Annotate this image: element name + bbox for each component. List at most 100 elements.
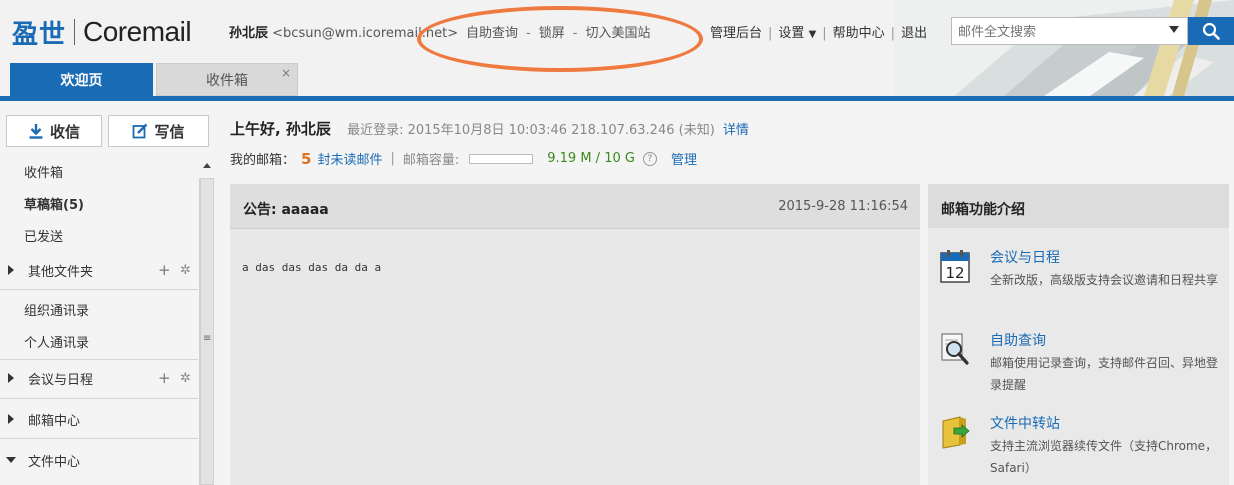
expand-arrow-icon[interactable] [8,373,14,383]
announcement-body: a das das das da da a [242,261,382,274]
manage-link[interactable]: 管理 [671,149,697,168]
sidebar-item-drafts[interactable]: 草稿箱(5) [0,189,198,217]
feature-desc: 支持主流浏览器续传文件（支持Chrome，Safari） [990,439,1218,475]
close-icon[interactable]: × [281,66,291,80]
receive-label: 收信 [49,122,80,141]
login-detail-link[interactable]: 详情 [723,123,749,138]
sidebar-item-label: 文件中心 [28,454,81,470]
logo-en-text: Coremail [83,16,192,47]
mailbox-summary: 我的邮箱： 5 封未读邮件 | 邮箱容量: 9.19 M / 10 G ? 管理 [230,149,697,169]
scroll-grip-icon: ≡ [203,333,212,344]
settings-label: 设置 [778,26,805,41]
sidebar-item-mail-center[interactable]: 邮箱中心 [0,405,198,433]
sidebar-item-calendar[interactable]: 会议与日程 + ✲ [0,364,198,392]
logout-link[interactable]: 退出 [901,26,927,41]
features-title: 邮箱功能介绍 [941,202,1025,218]
tab-welcome[interactable]: 欢迎页 [10,63,153,96]
edit-icon [133,123,148,139]
divider [0,398,198,399]
header-decoration-image [894,0,1234,96]
main-content: 上午好, 孙北辰 最近登录: 2015年10月8日 10:03:46 218.1… [216,101,1234,485]
top-bar: 盈世 Coremail 孙北辰 <bcsun@wm.icoremail.net>… [0,0,1234,96]
sidebar-scrollbar-thumb[interactable] [200,178,214,485]
help-icon[interactable]: ? [642,151,657,166]
gear-icon[interactable]: ✲ [180,371,191,386]
sidebar-item-label: 组织通讯录 [24,303,90,319]
receive-mail-button[interactable]: 收信 [6,115,102,147]
divider [0,359,198,360]
calendar-day: 12 [945,264,964,282]
tab-inbox[interactable]: 收件箱 × [156,63,298,96]
calendar-icon: 12 [940,250,970,283]
feature-title[interactable]: 文件中转站 [990,413,1060,433]
sidebar: 收信 写信 收件箱 草稿箱(5) 已发送 其他文件夹 + ✲ 组织通讯录 个人通… [0,101,216,485]
gear-icon[interactable]: ✲ [180,263,191,278]
search-input[interactable] [952,18,1160,46]
announcement-title: 公告: aaaaa [243,202,329,218]
sidebar-item-file-center[interactable]: 文件中心 [0,446,198,474]
magnifier-icon [941,333,969,365]
sidebar-item-label: 会议与日程 [28,372,94,388]
user-name: 孙北辰 [229,26,269,41]
logo-cn-text: 盈世 [12,19,67,50]
scroll-up-arrow-icon[interactable] [203,163,211,168]
tab-label: 欢迎页 [60,72,103,89]
separator: | [390,151,395,166]
capacity-used: 9.19 M / 10 G [547,151,635,166]
sidebar-item-label: 个人通讯录 [24,335,90,351]
download-icon [29,124,43,139]
expand-arrow-icon[interactable] [8,414,14,424]
greeting-line: 上午好, 孙北辰 最近登录: 2015年10月8日 10:03:46 218.1… [230,118,749,139]
sidebar-item-other-folders[interactable]: 其他文件夹 + ✲ [0,256,198,284]
compose-button[interactable]: 写信 [108,115,209,147]
features-panel: 邮箱功能介绍 12 会议与日程 全新改版，高级版支持会议邀请和日程共享 自助查询 [928,184,1229,485]
sidebar-item-label: 已发送 [24,229,64,245]
sidebar-item-label: 收件箱 [24,165,64,181]
sidebar-item-label: 邮箱中心 [28,413,81,429]
logo-divider [74,19,76,45]
search-scope-dropdown-icon[interactable] [1169,26,1179,33]
admin-link[interactable]: 管理后台 [710,26,762,41]
settings-menu[interactable]: 设置 ▼ [778,26,816,41]
features-header: 邮箱功能介绍 [928,184,1229,228]
file-transfer-icon [942,416,970,449]
tab-label: 收件箱 [206,72,248,89]
link-separator: | [768,26,773,41]
feature-desc: 全新改版，高级版支持会议邀请和日程共享 [990,273,1219,287]
sidebar-item-label: 其他文件夹 [28,264,94,280]
greeting: 上午好, 孙北辰 [230,120,331,138]
expand-arrow-icon[interactable] [8,265,14,275]
divider [0,289,198,290]
sidebar-item-personal-contacts[interactable]: 个人通讯录 [0,327,198,355]
add-folder-icon[interactable]: + [158,261,171,279]
search-icon [1202,22,1220,40]
my-mailbox-label: 我的邮箱： [230,153,296,168]
sidebar-item-sent[interactable]: 已发送 [0,221,198,249]
feature-desc: 邮箱使用记录查询，支持邮件召回、异地登录提醒 [990,356,1219,392]
search-box [951,17,1188,46]
announcement-panel: 公告: aaaaa 2015-9-28 11:16:54 a das das d… [230,184,920,485]
capacity-bar [469,153,534,164]
link-separator: | [890,26,896,41]
announcement-header: 公告: aaaaa 2015-9-28 11:16:54 [230,184,920,229]
last-login: 最近登录: 2015年10月8日 10:03:46 218.107.63.246… [347,123,715,138]
feature-title[interactable]: 自助查询 [990,330,1046,350]
sidebar-item-label: 草稿箱(5) [24,197,84,213]
feature-title[interactable]: 会议与日程 [990,247,1060,267]
link-separator: | [822,26,827,41]
compose-label: 写信 [154,122,185,141]
annotation-highlight-ellipse [417,6,703,72]
capacity-label: 邮箱容量: [402,153,460,168]
unread-mail-link[interactable]: 封未读邮件 [317,149,382,168]
sidebar-item-inbox[interactable]: 收件箱 [0,157,198,185]
top-right-links: 管理后台 | 设置 ▼ | 帮助中心 | 退出 [710,22,927,41]
coremail-logo[interactable]: 盈世 Coremail [12,14,192,50]
sidebar-item-org-contacts[interactable]: 组织通讯录 [0,295,198,323]
help-center-link[interactable]: 帮助中心 [833,26,885,41]
search-button[interactable] [1188,17,1234,45]
announcement-date: 2015-9-28 11:16:54 [778,199,908,214]
collapse-arrow-icon[interactable] [6,457,16,463]
add-calendar-icon[interactable]: + [158,369,171,387]
chevron-down-icon: ▼ [808,29,817,40]
unread-count[interactable]: 5 [301,150,311,168]
